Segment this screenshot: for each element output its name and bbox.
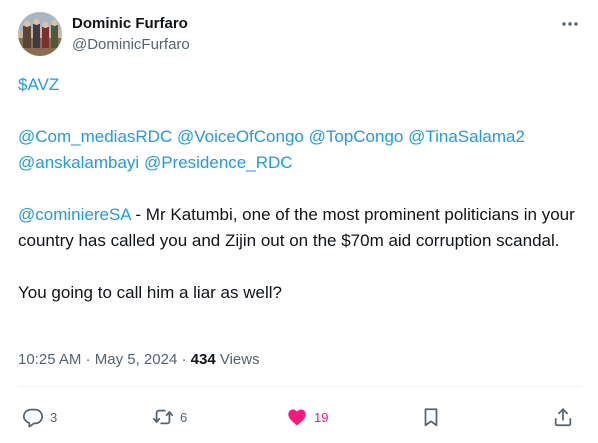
tweet-time[interactable]: 10:25 AM: [18, 351, 81, 368]
meta-separator: ·: [81, 351, 95, 368]
mention-link[interactable]: @VoiceOfCongo: [177, 127, 304, 146]
tweet-date[interactable]: May 5, 2024: [95, 351, 178, 368]
tweet-paragraph: @cominiereSA - Mr Katumbi, one of the mo…: [18, 202, 584, 254]
tweet-card: Dominic Furfaro @DominicFurfaro $AVZ @Com…: [0, 0, 598, 443]
bookmark-button[interactable]: [420, 400, 442, 434]
reply-icon: [22, 408, 44, 428]
like-button[interactable]: 19: [286, 400, 328, 434]
tweet-paragraph: $AVZ: [18, 72, 584, 98]
like-count: 19: [314, 409, 329, 425]
like-icon: [288, 409, 306, 426]
mention-link[interactable]: @anskalambayi: [18, 153, 139, 172]
cashtag-link[interactable]: $AVZ: [18, 75, 59, 94]
repost-icon: [152, 409, 174, 425]
mention-link[interactable]: @TinaSalama2: [408, 127, 525, 146]
divider: [18, 386, 582, 387]
repost-button[interactable]: 6: [152, 400, 187, 434]
mention-link[interactable]: @TopCongo: [309, 127, 404, 146]
reply-button[interactable]: 3: [22, 400, 57, 434]
avatar[interactable]: [18, 12, 62, 56]
tweet-paragraph: You going to call him a liar as well?: [18, 280, 584, 306]
author-display-name[interactable]: Dominic Furfaro: [72, 14, 190, 34]
more-icon[interactable]: [560, 14, 580, 34]
tweet-text: $AVZ @Com_mediasRDC @VoiceOfCongo @TopCon…: [18, 72, 584, 306]
reply-count: 3: [50, 409, 58, 425]
action-bar: 3 6 19: [18, 400, 582, 434]
meta-separator: ·: [177, 351, 191, 368]
mention-link[interactable]: @cominiereSA: [18, 205, 131, 224]
repost-count: 6: [180, 409, 188, 425]
share-button[interactable]: [552, 400, 574, 434]
tweet-text-segment: You going to call him a liar as well?: [18, 283, 282, 302]
tweet-header: Dominic Furfaro @DominicFurfaro: [18, 12, 582, 58]
bookmark-icon: [424, 408, 438, 427]
share-icon: [554, 408, 572, 427]
views-label: Views: [215, 351, 260, 368]
author-handle[interactable]: @DominicFurfaro: [72, 35, 190, 55]
mention-link[interactable]: @Com_mediasRDC: [18, 127, 172, 146]
tweet-meta: 10:25 AM · May 5, 2024 · 434 Views: [18, 349, 260, 371]
views-count: 434: [190, 351, 216, 368]
tweet-paragraph: @Com_mediasRDC @VoiceOfCongo @TopCongo @…: [18, 124, 584, 176]
mention-link[interactable]: @Presidence_RDC: [144, 153, 293, 172]
author-names: Dominic Furfaro @DominicFurfaro: [72, 14, 190, 55]
